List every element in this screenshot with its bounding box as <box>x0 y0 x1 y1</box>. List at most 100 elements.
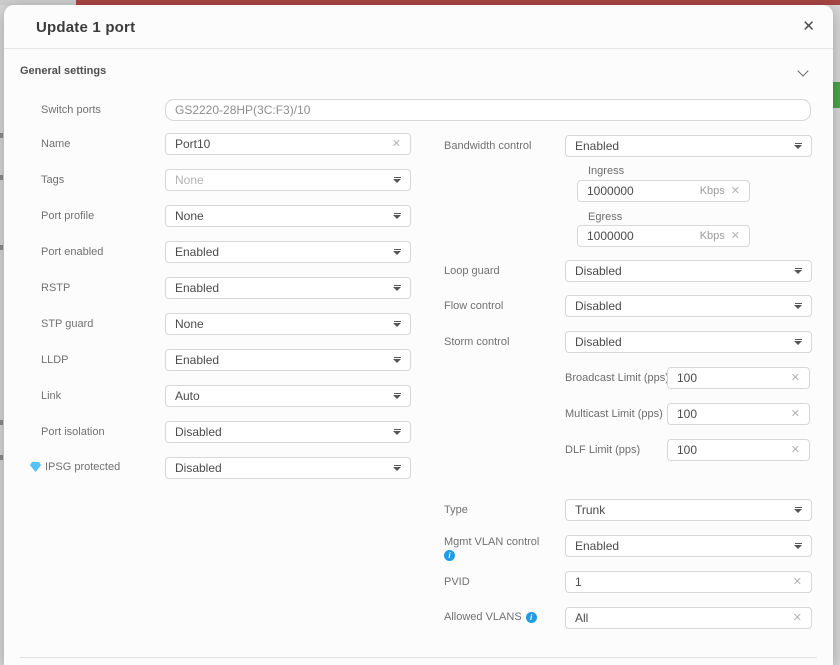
dropdown-arrow-icon <box>794 143 802 149</box>
multicast-limit-value: 100 <box>677 407 785 421</box>
flow-control-label: Flow control <box>444 300 503 312</box>
type-label: Type <box>444 504 468 516</box>
stp-guard-value: None <box>175 317 387 331</box>
ingress-label: Ingress <box>588 165 624 177</box>
link-value: Auto <box>175 389 387 403</box>
form-row-loop-guard: Loop guard Disabled <box>4 260 833 282</box>
dropdown-arrow-icon <box>393 249 401 255</box>
mgmt-vlan-value: Enabled <box>575 539 788 553</box>
port-profile-select[interactable]: None <box>165 205 411 227</box>
ingress-input[interactable]: 1000000 Kbps ✕ <box>577 180 750 202</box>
update-port-dialog: Update 1 port ✕ General settings Switch … <box>4 5 833 665</box>
dlf-limit-input[interactable]: 100 ✕ <box>667 439 810 461</box>
flow-control-select[interactable]: Disabled <box>565 295 812 317</box>
loop-guard-select[interactable]: Disabled <box>565 260 812 282</box>
dropdown-arrow-icon <box>393 429 401 435</box>
rstp-value: Enabled <box>175 281 387 295</box>
allowed-vlans-label: Allowed VLANS i <box>444 611 537 623</box>
type-value: Trunk <box>575 503 788 517</box>
ipsg-value: Disabled <box>175 461 387 475</box>
close-icon[interactable]: ✕ <box>802 17 815 35</box>
dropdown-arrow-icon <box>794 303 802 309</box>
clear-icon[interactable]: ✕ <box>791 445 800 456</box>
form-row-dlf-limit: DLF Limit (pps) 100 ✕ <box>4 439 833 461</box>
rstp-label: RSTP <box>41 282 70 294</box>
dropdown-arrow-icon <box>794 543 802 549</box>
form-row-bandwidth-control: Bandwidth control Enabled <box>4 135 833 157</box>
dropdown-arrow-icon <box>393 357 401 363</box>
dropdown-arrow-icon <box>393 465 401 471</box>
dropdown-arrow-icon <box>393 213 401 219</box>
background-mark <box>0 175 3 180</box>
pvid-value: 1 <box>575 575 787 589</box>
ipsg-label: IPSG protected <box>30 461 120 473</box>
multicast-limit-input[interactable]: 100 ✕ <box>667 403 810 425</box>
broadcast-limit-input[interactable]: 100 ✕ <box>667 367 810 389</box>
multicast-limit-label: Multicast Limit (pps) <box>565 408 663 420</box>
clear-icon[interactable]: ✕ <box>791 373 800 384</box>
mgmt-vlan-label: Mgmt VLAN control i <box>444 536 539 561</box>
clear-icon[interactable]: ✕ <box>791 409 800 420</box>
ipsg-label-text: IPSG protected <box>45 461 120 473</box>
clear-icon[interactable]: ✕ <box>731 186 740 197</box>
mgmt-vlan-select[interactable]: Enabled <box>565 535 812 557</box>
form-row-egress: 1000000 Kbps ✕ <box>4 225 833 247</box>
info-icon[interactable]: i <box>444 550 455 561</box>
background-mark <box>0 133 3 138</box>
port-isolation-value: Disabled <box>175 425 387 439</box>
allowed-vlans-input[interactable]: All ✕ <box>565 607 812 629</box>
storm-control-select[interactable]: Disabled <box>565 331 812 353</box>
type-select[interactable]: Trunk <box>565 499 812 521</box>
dropdown-arrow-icon <box>794 507 802 513</box>
dialog-title: Update 1 port <box>36 19 135 36</box>
footer-divider <box>20 657 817 658</box>
form-row-flow-control: Flow control Disabled <box>4 295 833 317</box>
form-row-broadcast-limit: Broadcast Limit (pps) 100 ✕ <box>4 367 833 389</box>
dropdown-arrow-icon <box>393 393 401 399</box>
flow-control-value: Disabled <box>575 299 788 313</box>
egress-input[interactable]: 1000000 Kbps ✕ <box>577 225 750 247</box>
dropdown-arrow-icon <box>393 285 401 291</box>
egress-value: 1000000 <box>587 229 694 243</box>
broadcast-limit-value: 100 <box>677 371 785 385</box>
form-row-type: Type Trunk <box>4 499 833 521</box>
storm-control-value: Disabled <box>575 335 788 349</box>
broadcast-limit-label: Broadcast Limit (pps) <box>565 372 669 384</box>
form-row-switch-ports: Switch ports GS2220-28HP(3C:F3)/10 <box>4 99 833 121</box>
switch-ports-label: Switch ports <box>41 104 101 116</box>
switch-ports-input[interactable]: GS2220-28HP(3C:F3)/10 <box>165 99 811 121</box>
form-row-port-profile: Port profile None <box>4 205 833 227</box>
stp-guard-label: STP guard <box>41 318 93 330</box>
pvid-input[interactable]: 1 ✕ <box>565 571 812 593</box>
loop-guard-label: Loop guard <box>444 265 500 277</box>
egress-label: Egress <box>588 211 622 223</box>
section-general-settings: General settings <box>20 65 106 77</box>
mgmt-vlan-label-text: Mgmt VLAN control <box>444 536 539 548</box>
dropdown-arrow-icon <box>794 268 802 274</box>
background-mark <box>0 455 3 460</box>
port-profile-label: Port profile <box>41 210 94 222</box>
header-divider <box>4 48 833 49</box>
egress-unit: Kbps <box>700 230 725 242</box>
allowed-vlans-label-text: Allowed VLANS <box>444 611 522 623</box>
chevron-down-icon[interactable] <box>797 65 808 76</box>
clear-icon[interactable]: ✕ <box>731 231 740 242</box>
dlf-limit-value: 100 <box>677 443 785 457</box>
lldp-label: LLDP <box>41 354 69 366</box>
switch-ports-value: GS2220-28HP(3C:F3)/10 <box>175 103 801 117</box>
clear-icon[interactable]: ✕ <box>793 613 802 624</box>
dlf-limit-label: DLF Limit (pps) <box>565 444 640 456</box>
lldp-value: Enabled <box>175 353 387 367</box>
dropdown-arrow-icon <box>393 321 401 327</box>
port-isolation-label: Port isolation <box>41 426 105 438</box>
info-icon[interactable]: i <box>526 612 537 623</box>
port-enabled-value: Enabled <box>175 245 387 259</box>
allowed-vlans-value: All <box>575 611 787 625</box>
port-profile-value: None <box>175 209 387 223</box>
ingress-unit: Kbps <box>700 185 725 197</box>
bandwidth-control-select[interactable]: Enabled <box>565 135 812 157</box>
bandwidth-control-value: Enabled <box>575 139 788 153</box>
clear-icon[interactable]: ✕ <box>793 577 802 588</box>
pvid-label: PVID <box>444 576 470 588</box>
storm-control-label: Storm control <box>444 336 509 348</box>
